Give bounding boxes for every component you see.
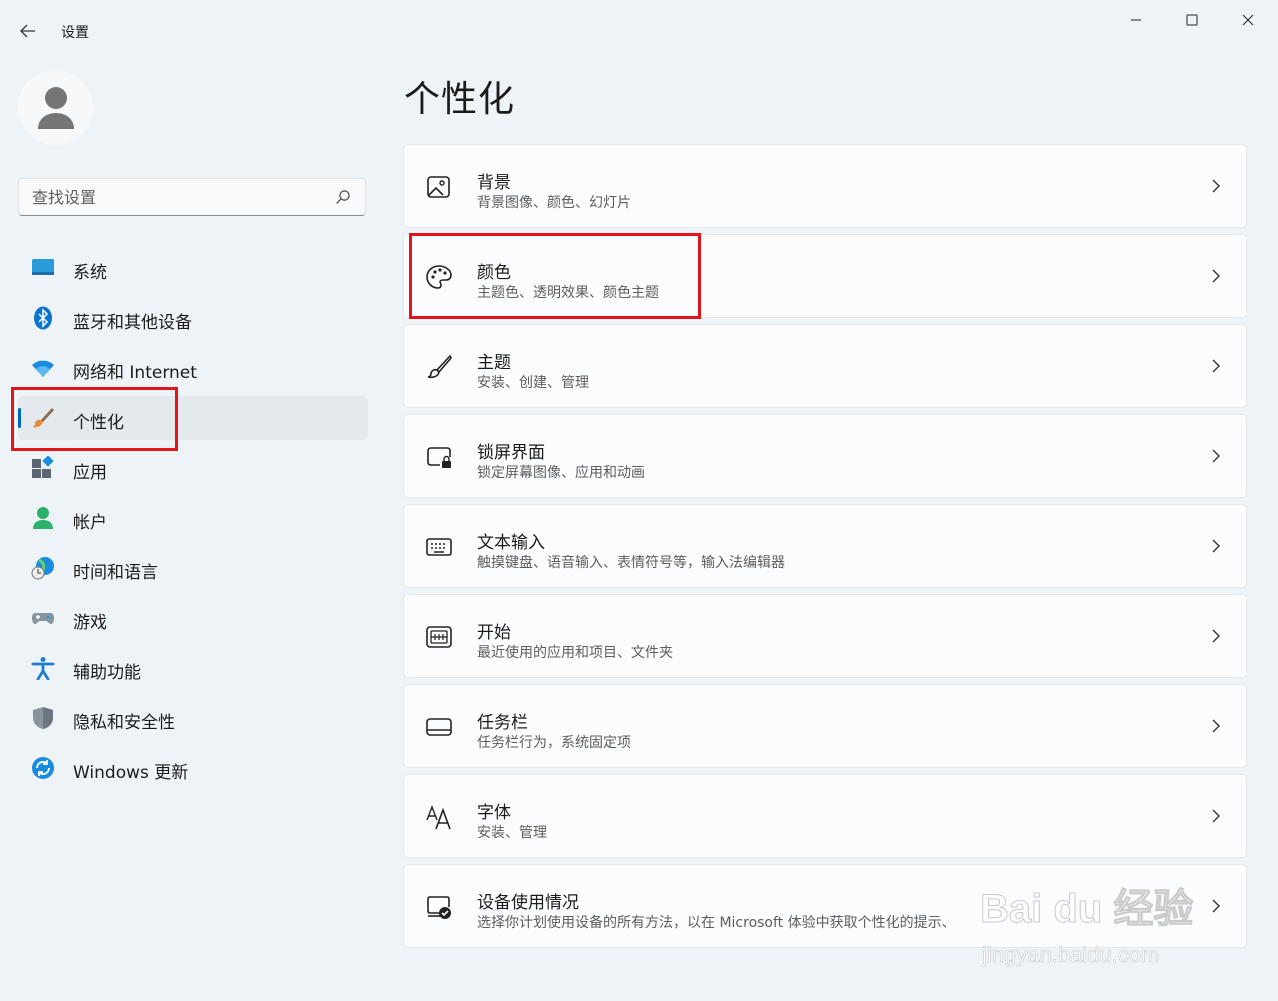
accessibility-icon (31, 657, 55, 680)
sidebar-item-label: 游戏 (73, 613, 107, 633)
avatar[interactable] (18, 70, 93, 145)
sidebar-item-accessibility[interactable]: 辅助功能 (18, 646, 368, 690)
search-box[interactable] (18, 178, 366, 216)
chevron-right-icon (1212, 539, 1220, 553)
card-title: 主题 (477, 353, 511, 373)
card-subtitle: 锁定屏幕图像、应用和动画 (477, 465, 645, 481)
image-icon (427, 176, 450, 198)
shield-icon (33, 707, 53, 729)
page-title: 个性化 (404, 79, 516, 120)
start-icon (426, 626, 452, 648)
card-title: 文本输入 (477, 533, 545, 553)
chevron-right-icon (1212, 809, 1220, 823)
card-fonts[interactable]: 字体 安装、管理 (403, 774, 1247, 858)
card-title: 设备使用情况 (477, 893, 579, 913)
card-subtitle: 任务栏行为，系统固定项 (477, 735, 631, 751)
monitor-icon (32, 259, 54, 275)
font-icon (426, 805, 451, 830)
sidebar-item-accounts[interactable]: 帐户 (18, 496, 368, 540)
sidebar-item-personalization[interactable]: 个性化 (18, 396, 368, 440)
minimize-button[interactable] (1108, 4, 1164, 36)
taskbar-icon (426, 718, 452, 736)
card-subtitle: 选择你计划使用设备的所有方法，以在 Microsoft 体验中获取个性化的提示、 (477, 915, 956, 931)
chevron-right-icon (1212, 719, 1220, 733)
sidebar-item-label: 系统 (73, 263, 107, 283)
account-icon (33, 507, 53, 529)
card-start[interactable]: 开始 最近使用的应用和项目、文件夹 (403, 594, 1247, 678)
sidebar-nav: 系统 蓝牙和其他设备 网络和 Internet 个性化 应用 帐户 时间和语言 … (18, 246, 368, 796)
sidebar-item-time-language[interactable]: 时间和语言 (18, 546, 368, 590)
card-subtitle: 背景图像、颜色、幻灯片 (477, 195, 631, 211)
sidebar-item-label: 网络和 Internet (73, 363, 197, 383)
card-subtitle: 最近使用的应用和项目、文件夹 (477, 645, 673, 661)
card-background[interactable]: 背景 背景图像、颜色、幻灯片 (403, 144, 1247, 228)
minimize-icon (1131, 19, 1141, 21)
wifi-icon (32, 360, 54, 377)
sidebar-item-label: 个性化 (73, 413, 124, 433)
device-usage-icon (427, 896, 451, 919)
chevron-right-icon (1212, 449, 1220, 463)
card-colors[interactable]: 颜色 主题色、透明效果、颜色主题 (403, 234, 1247, 318)
card-themes[interactable]: 主题 安装、创建、管理 (403, 324, 1247, 408)
palette-icon (426, 265, 452, 289)
card-subtitle: 安装、创建、管理 (477, 375, 589, 391)
chevron-right-icon (1212, 359, 1220, 373)
chevron-right-icon (1212, 269, 1220, 283)
card-taskbar[interactable]: 任务栏 任务栏行为，系统固定项 (403, 684, 1247, 768)
sidebar-item-label: 时间和语言 (73, 563, 158, 583)
sidebar-item-apps[interactable]: 应用 (18, 446, 368, 490)
apps-icon (32, 456, 54, 478)
globe-clock-icon (31, 557, 54, 580)
card-subtitle: 安装、管理 (477, 825, 547, 841)
sidebar-item-label: 隐私和安全性 (73, 713, 175, 733)
sidebar-item-label: 蓝牙和其他设备 (73, 313, 192, 333)
card-title: 颜色 (477, 263, 511, 283)
search-input[interactable] (32, 179, 332, 215)
bluetooth-icon (34, 306, 52, 330)
watermark-main: Bai du 经验 (979, 887, 1194, 932)
card-subtitle: 触摸键盘、语音输入、表情符号等，输入法编辑器 (477, 555, 785, 571)
user-icon (37, 86, 74, 129)
sidebar-item-label: 帐户 (73, 513, 107, 533)
card-title: 开始 (477, 623, 511, 643)
card-title: 背景 (477, 173, 511, 193)
back-button[interactable] (12, 16, 44, 46)
maximize-icon (1186, 14, 1198, 26)
selection-indicator (18, 408, 21, 428)
maximize-button[interactable] (1164, 4, 1220, 36)
gamepad-icon (32, 613, 54, 624)
title-bar: 设置 (0, 0, 1278, 60)
sidebar-item-windows-update[interactable]: Windows 更新 (18, 746, 368, 790)
card-title: 字体 (477, 803, 511, 823)
card-title: 锁屏界面 (477, 443, 545, 463)
paintbrush-icon (32, 408, 54, 428)
brush-icon (427, 354, 452, 379)
lock-screen-icon (427, 447, 451, 468)
sidebar-item-privacy[interactable]: 隐私和安全性 (18, 696, 368, 740)
app-title: 设置 (61, 25, 89, 41)
update-icon (32, 757, 54, 779)
sidebar-item-label: 辅助功能 (73, 663, 141, 683)
close-button[interactable] (1220, 4, 1276, 36)
chevron-right-icon (1212, 629, 1220, 643)
card-text-input[interactable]: 文本输入 触摸键盘、语音输入、表情符号等，输入法编辑器 (403, 504, 1247, 588)
keyboard-icon (426, 538, 452, 556)
sidebar-item-network[interactable]: 网络和 Internet (18, 346, 368, 390)
search-icon[interactable] (335, 189, 351, 205)
close-icon (1242, 14, 1254, 26)
chevron-right-icon (1212, 179, 1220, 193)
baidu-watermark: Bai du 经验 jingyan.baidu.com (979, 858, 1240, 978)
settings-cards: 背景 背景图像、颜色、幻灯片 颜色 主题色、透明效果、颜色主题 主题 安装、创建… (403, 144, 1247, 954)
card-title: 任务栏 (477, 713, 528, 733)
card-subtitle: 主题色、透明效果、颜色主题 (477, 285, 659, 301)
sidebar-item-bluetooth[interactable]: 蓝牙和其他设备 (18, 296, 368, 340)
watermark-sub: jingyan.baidu.com (982, 942, 1160, 968)
sidebar-item-label: 应用 (73, 463, 107, 483)
sidebar-item-system[interactable]: 系统 (18, 246, 368, 290)
card-lock-screen[interactable]: 锁屏界面 锁定屏幕图像、应用和动画 (403, 414, 1247, 498)
sidebar-item-label: Windows 更新 (73, 763, 189, 783)
back-arrow-icon (20, 24, 35, 38)
sidebar-item-gaming[interactable]: 游戏 (18, 596, 368, 640)
